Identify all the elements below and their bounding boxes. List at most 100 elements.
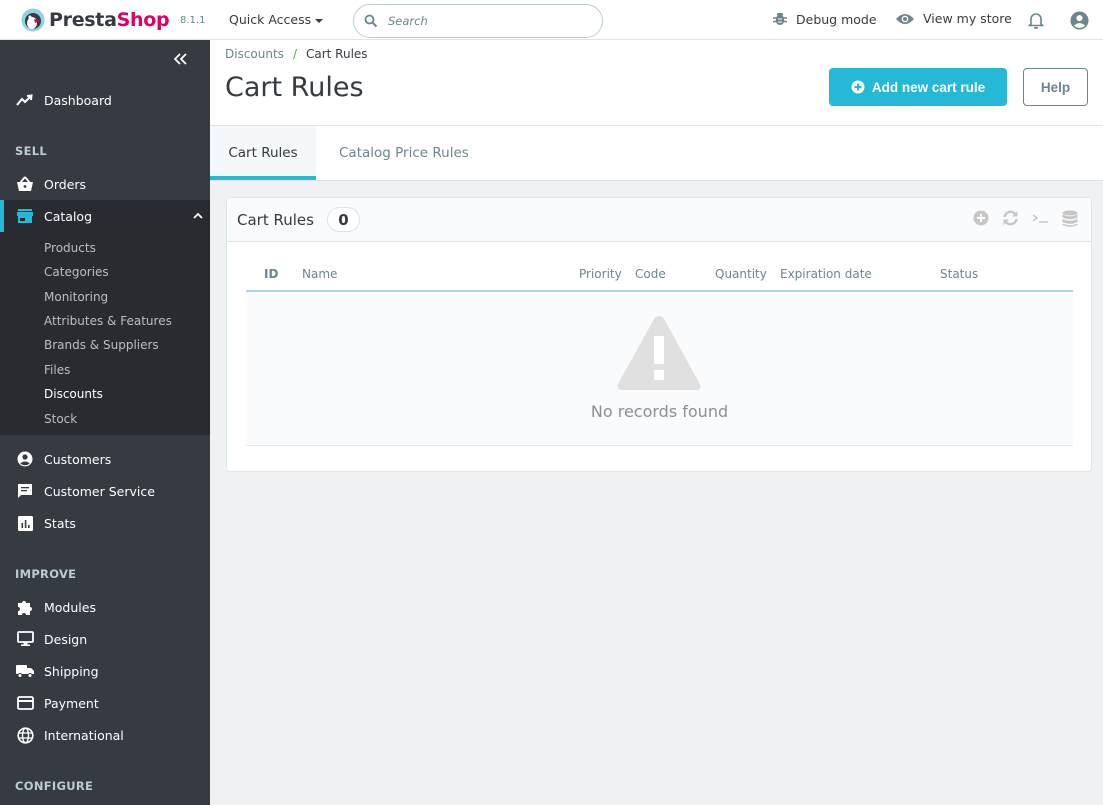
section-improve: IMPROVE — [15, 567, 77, 581]
sidebar-item-label: Payment — [44, 695, 99, 711]
sidebar-item-label: Modules — [44, 599, 96, 615]
sidebar-item-dashboard[interactable]: Dashboard — [0, 84, 210, 116]
sidebar-item-shipping[interactable]: Shipping — [0, 655, 210, 687]
add-new-icon[interactable] — [973, 210, 989, 226]
sidebar-item-orders[interactable]: Orders — [0, 168, 210, 200]
credit-card-icon — [16, 696, 34, 710]
trending-up-icon — [16, 94, 34, 106]
sidebar-item-label: Customers — [44, 451, 112, 467]
sql-query-terminal-icon[interactable] — [1031, 210, 1050, 226]
user-account-icon[interactable] — [1070, 11, 1089, 30]
puzzle-icon — [16, 599, 34, 616]
sidebar: Dashboard SELL Orders Catalog Products C… — [0, 40, 210, 805]
section-configure: CONFIGURE — [15, 779, 94, 793]
sidebar-item-label: Design — [44, 631, 88, 647]
record-count-badge: 0 — [327, 207, 360, 232]
breadcrumb: Discounts / Cart Rules — [225, 47, 368, 61]
section-sell: SELL — [15, 144, 47, 158]
debug-mode-label: Debug mode — [796, 11, 877, 27]
empty-state: No records found — [246, 292, 1073, 446]
sidebar-item-label: International — [44, 727, 124, 743]
warning-triangle-icon — [616, 314, 702, 392]
refresh-icon[interactable] — [1002, 210, 1019, 226]
brand-part-1: Presta — [49, 9, 117, 31]
column-header-name[interactable]: Name — [302, 267, 337, 281]
chevron-up-icon[interactable] — [189, 212, 207, 219]
truck-icon — [16, 664, 34, 678]
sidebar-item-modules[interactable]: Modules — [0, 591, 210, 623]
sidebar-subitem-brands-suppliers[interactable]: Brands & Suppliers — [44, 338, 159, 352]
caret-down-icon — [315, 18, 324, 23]
basket-icon — [16, 176, 34, 192]
account-circle-icon — [16, 451, 34, 467]
breadcrumb-current: Cart Rules — [305, 47, 368, 61]
sidebar-item-design[interactable]: Design — [0, 623, 210, 655]
collapse-sidebar-icon[interactable] — [174, 53, 188, 65]
add-new-cart-rule-label: Add new cart rule — [871, 79, 986, 95]
sidebar-item-customers[interactable]: Customers — [0, 443, 210, 475]
store-icon — [16, 209, 34, 223]
table-header: ID Name Priority Code Quantity Expiratio… — [246, 262, 1073, 292]
version-label: 8.1.1 — [180, 15, 206, 26]
column-header-id[interactable]: ID — [264, 267, 278, 281]
chat-icon — [16, 483, 34, 499]
sidebar-item-label: Catalog — [44, 208, 93, 224]
tab-cart-rules[interactable]: Cart Rules — [210, 126, 316, 180]
sidebar-subitem-categories[interactable]: Categories — [44, 265, 109, 279]
brand-name: PrestaShop — [49, 9, 170, 31]
page-title: Cart Rules — [225, 72, 364, 103]
puffin-logo-icon — [21, 8, 45, 32]
column-header-priority[interactable]: Priority — [579, 267, 622, 281]
sidebar-subitem-stock[interactable]: Stock — [44, 412, 77, 426]
eye-icon — [895, 12, 915, 26]
globe-icon — [16, 726, 34, 744]
quick-access-dropdown[interactable]: Quick Access — [229, 12, 324, 27]
panel-title: Cart Rules — [237, 211, 314, 229]
sidebar-item-payment[interactable]: Payment — [0, 687, 210, 719]
quick-access-label: Quick Access — [229, 12, 312, 27]
tab-bar: Cart Rules Catalog Price Rules — [210, 126, 1103, 181]
page-header: Discounts / Cart Rules Cart Rules Add ne… — [210, 40, 1103, 126]
help-button[interactable]: Help — [1023, 68, 1088, 106]
prestashop-logo[interactable]: PrestaShop — [21, 8, 170, 32]
column-header-code[interactable]: Code — [635, 267, 666, 281]
column-header-status[interactable]: Status — [940, 267, 978, 281]
sidebar-subitem-files[interactable]: Files — [44, 363, 70, 377]
sidebar-item-label: Orders — [44, 176, 87, 192]
add-new-cart-rule-button[interactable]: Add new cart rule — [829, 68, 1007, 106]
top-header: PrestaShop 8.1.1 Quick Access Debug mode… — [0, 0, 1103, 40]
bar-chart-icon — [16, 515, 34, 531]
search-icon[interactable] — [364, 14, 378, 28]
notifications-bell-icon[interactable] — [1028, 11, 1044, 29]
view-my-store-label: View my store — [923, 11, 1012, 26]
breadcrumb-separator: / — [292, 47, 297, 61]
column-header-quantity[interactable]: Quantity — [715, 267, 767, 281]
brand-part-2: Shop — [116, 9, 170, 31]
plus-circle-icon — [851, 80, 865, 94]
search-box[interactable] — [353, 4, 603, 38]
sidebar-subitem-attributes-features[interactable]: Attributes & Features — [44, 314, 172, 328]
debug-mode-link[interactable]: Debug mode — [772, 11, 877, 27]
sidebar-item-international[interactable]: International — [0, 719, 210, 751]
sidebar-subitem-products[interactable]: Products — [44, 241, 96, 255]
sidebar-item-label: Stats — [44, 515, 76, 531]
sidebar-subitem-monitoring[interactable]: Monitoring — [44, 290, 108, 304]
bug-icon — [772, 11, 788, 27]
sidebar-item-catalog[interactable]: Catalog — [0, 200, 210, 232]
sidebar-item-customer-service[interactable]: Customer Service — [0, 475, 210, 507]
catalog-expanded-group: Catalog Products Categories Monitoring A… — [0, 200, 210, 435]
sidebar-item-stats[interactable]: Stats — [0, 507, 210, 539]
search-input[interactable] — [388, 14, 578, 28]
view-my-store-link[interactable]: View my store — [895, 11, 1012, 26]
column-header-expiration-date[interactable]: Expiration date — [780, 267, 872, 281]
tab-catalog-price-rules[interactable]: Catalog Price Rules — [339, 126, 469, 180]
sidebar-item-label: Customer Service — [44, 483, 155, 499]
breadcrumb-discounts-link[interactable]: Discounts — [225, 47, 284, 61]
no-records-message: No records found — [590, 402, 729, 421]
cart-rules-panel: Cart Rules 0 ID Name Priority Code Quant… — [226, 197, 1092, 472]
sidebar-item-label: Shipping — [44, 663, 99, 679]
desktop-icon — [16, 631, 34, 647]
database-export-icon[interactable] — [1062, 210, 1078, 228]
panel-header: Cart Rules 0 — [227, 198, 1091, 242]
sidebar-subitem-discounts[interactable]: Discounts — [44, 387, 103, 401]
